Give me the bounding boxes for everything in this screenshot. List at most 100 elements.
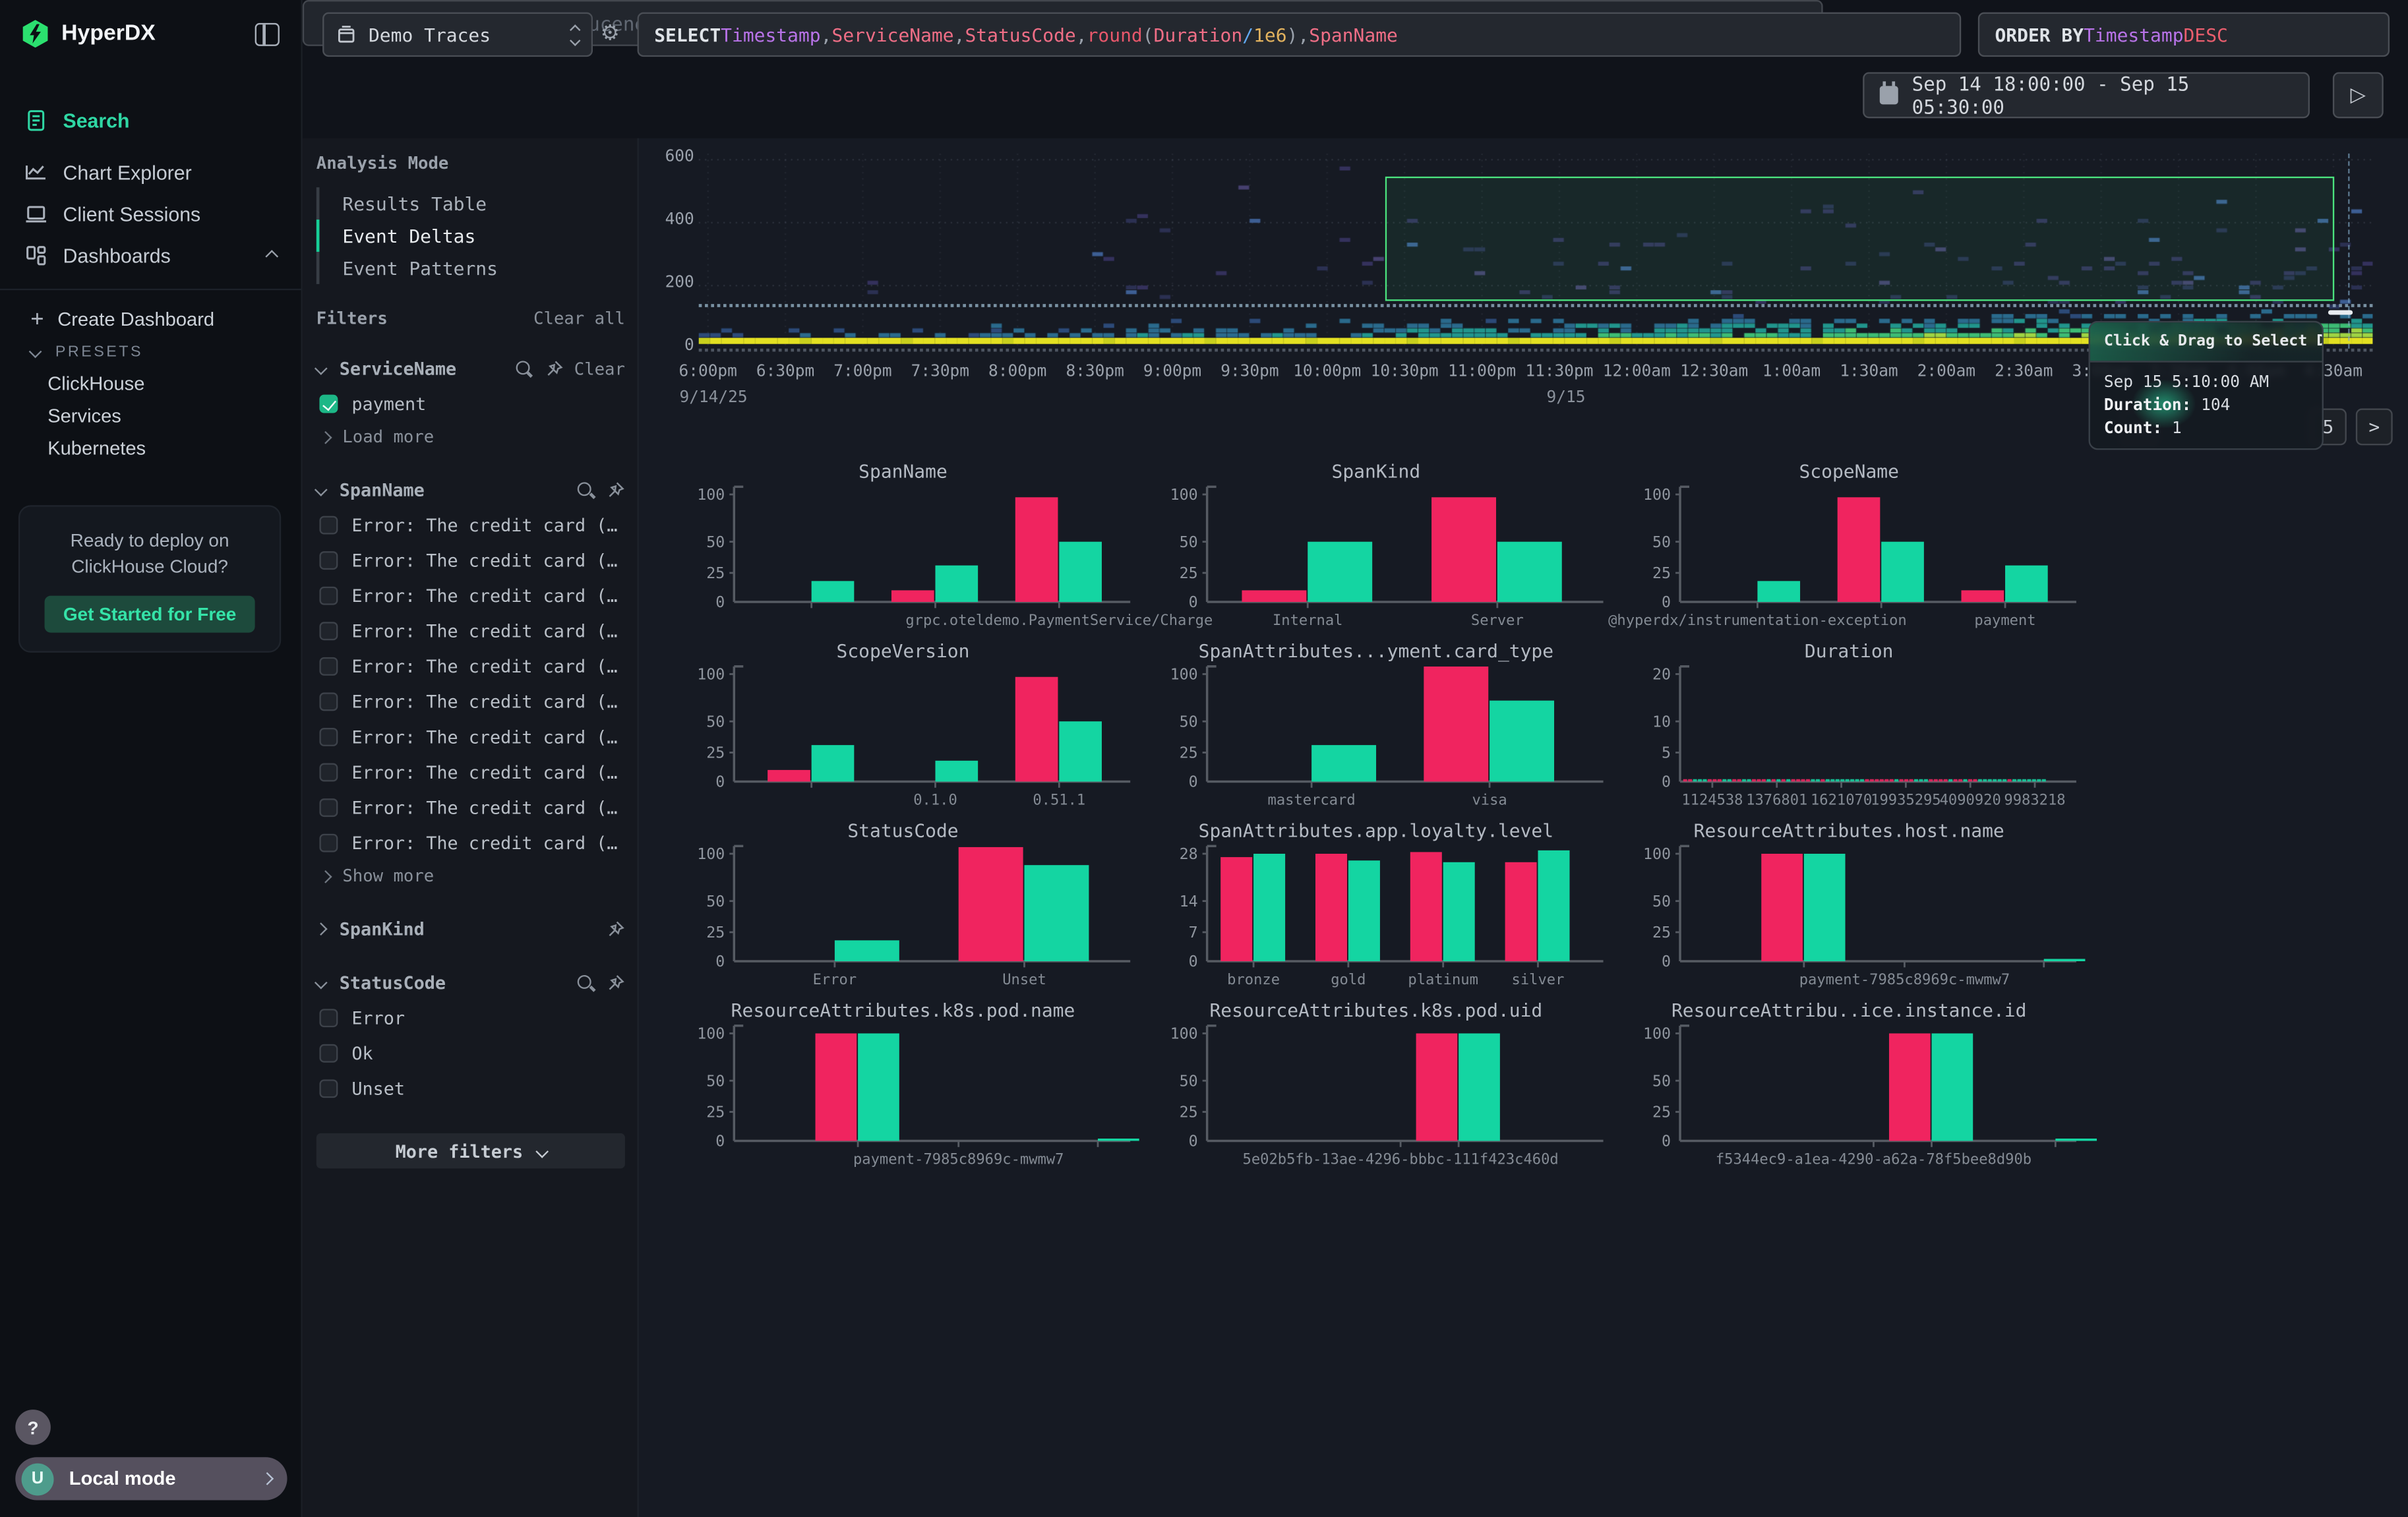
- analysis-mode-event-deltas[interactable]: Event Deltas: [316, 220, 625, 252]
- pin-icon[interactable]: [605, 972, 625, 992]
- time-range-picker[interactable]: Sep 14 18:00:00 - Sep 15 05:30:00: [1863, 72, 2310, 118]
- mini-chart-spanname[interactable]: SpanName02550100grpc.oteldemo.PaymentSer…: [676, 461, 1130, 639]
- checkbox[interactable]: [319, 395, 338, 413]
- chevron-down-icon[interactable]: [315, 362, 328, 375]
- select-query-input[interactable]: SELECT Timestamp, ServiceName, StatusCod…: [638, 13, 1962, 57]
- sidebar-item-services[interactable]: Services: [0, 400, 301, 432]
- spanname-option[interactable]: Error: The credit card (…: [316, 723, 625, 751]
- sidebar: HyperDX Search Chart Explorer Client Ses…: [0, 0, 303, 1517]
- search-icon[interactable]: [514, 359, 533, 378]
- gear-icon[interactable]: ⚙: [601, 22, 620, 46]
- local-mode-button[interactable]: U Local mode: [15, 1457, 287, 1500]
- order-by-input[interactable]: ORDER BY Timestamp DESC: [1978, 13, 2390, 57]
- analysis-mode-event-patterns[interactable]: Event Patterns: [316, 252, 625, 284]
- svg-text:100: 100: [1170, 486, 1198, 504]
- clear-all-button[interactable]: Clear all: [533, 309, 625, 328]
- spanname-option[interactable]: Error: The credit card (…: [316, 794, 625, 821]
- search-icon[interactable]: [576, 481, 594, 499]
- pin-icon[interactable]: [543, 359, 563, 378]
- sidebar-item-label: Client Sessions: [63, 202, 200, 225]
- chevron-down-icon: [29, 345, 42, 358]
- spanname-option[interactable]: Error: The credit card (…: [316, 547, 625, 574]
- spanname-option[interactable]: Error: The credit card (…: [316, 582, 625, 610]
- checkbox[interactable]: [319, 798, 338, 817]
- mini-chart-scopeversion[interactable]: ScopeVersion025501000.1.00.51.1: [676, 640, 1130, 818]
- spanname-option[interactable]: Error: The credit card (…: [316, 829, 625, 857]
- tooltip-timestamp: Sep 15 5:10:00 AM: [2104, 372, 2308, 395]
- search-logs-icon: [24, 108, 47, 131]
- tooltip-duration: Duration: 104: [2104, 395, 2308, 418]
- statuscode-option[interactable]: Ok: [316, 1040, 625, 1067]
- sidebar-item-clickhouse[interactable]: ClickHouse: [0, 367, 301, 400]
- chart-title: SpanName: [676, 461, 1130, 483]
- presets-toggle[interactable]: PRESETS: [0, 336, 301, 367]
- sidebar-item-client-sessions[interactable]: Client Sessions: [0, 193, 301, 235]
- show-more-link[interactable]: Show more: [316, 863, 625, 889]
- spanname-option[interactable]: Error: The credit card (…: [316, 653, 625, 680]
- mini-chart-resourceattributes-host-name[interactable]: ResourceAttributes.host.name02550100paym…: [1622, 820, 2076, 998]
- load-more-link[interactable]: Load more: [316, 424, 625, 450]
- app-root: HyperDX Search Chart Explorer Client Ses…: [0, 0, 2408, 1517]
- checkbox[interactable]: [319, 516, 338, 535]
- mini-chart-duration[interactable]: Duration05102011245381376801162107019935…: [1622, 640, 2076, 818]
- mini-chart-resourceattributes-k8s-pod-name[interactable]: ResourceAttributes.k8s.pod.name02550100p…: [676, 999, 1130, 1177]
- clickhouse-cloud-promo-card: Ready to deploy on ClickHouse Cloud? Get…: [18, 505, 281, 653]
- query-token: Timestamp: [721, 24, 820, 45]
- page-next-button[interactable]: >: [2356, 409, 2393, 446]
- checkbox[interactable]: [319, 587, 338, 605]
- mini-chart-resourceattribu-ice-instance-id[interactable]: ResourceAttribu..ice.instance.id02550100…: [1622, 999, 2076, 1177]
- svg-text:50: 50: [1180, 713, 1198, 730]
- search-icon[interactable]: [576, 974, 594, 992]
- sidebar-item-dashboards[interactable]: Dashboards: [0, 235, 301, 276]
- checkbox[interactable]: [319, 763, 338, 782]
- mini-chart-scopename[interactable]: ScopeName02550100@hyperdx/instrumentatio…: [1622, 461, 2076, 639]
- more-filters-button[interactable]: More filters: [316, 1133, 625, 1169]
- threshold-line: [699, 304, 2373, 307]
- sidebar-collapse-icon[interactable]: [255, 22, 280, 45]
- mini-chart-spanattributes-app-loyalty-level[interactable]: SpanAttributes.app.loyalty.level071428br…: [1149, 820, 1603, 998]
- checkbox[interactable]: [319, 622, 338, 640]
- checkbox[interactable]: [319, 1079, 338, 1098]
- selection-drag-handle[interactable]: [2328, 310, 2353, 314]
- svg-text:25: 25: [1652, 564, 1671, 582]
- checkbox[interactable]: [319, 551, 338, 570]
- checkbox[interactable]: [319, 657, 338, 676]
- source-select[interactable]: Demo Traces: [322, 13, 593, 57]
- heatmap-selection-box[interactable]: [1385, 177, 2334, 301]
- mini-chart-resourceattributes-k8s-pod-uid[interactable]: ResourceAttributes.k8s.pod.uid025501005e…: [1149, 999, 1603, 1177]
- create-dashboard-button[interactable]: + Create Dashboard: [0, 303, 301, 336]
- spanname-option[interactable]: Error: The credit card (…: [316, 688, 625, 715]
- chevron-right-icon: [319, 431, 332, 444]
- sidebar-item-search[interactable]: Search: [0, 97, 301, 143]
- checkbox[interactable]: [319, 834, 338, 852]
- sidebar-item-kubernetes[interactable]: Kubernetes: [0, 431, 301, 463]
- checkbox[interactable]: [319, 692, 338, 711]
- promo-text-line2: ClickHouse Cloud?: [36, 554, 264, 581]
- selection-edge-line[interactable]: [2348, 154, 2349, 349]
- servicename-option[interactable]: payment: [316, 390, 625, 418]
- spanname-option[interactable]: Error: The credit card (…: [316, 759, 625, 787]
- analysis-mode-results-table[interactable]: Results Table: [316, 187, 625, 220]
- mini-chart-spankind[interactable]: SpanKind02550100InternalServer: [1149, 461, 1603, 639]
- spanname-option[interactable]: Error: The credit card (…: [316, 617, 625, 645]
- sidebar-item-chart-explorer[interactable]: Chart Explorer: [0, 152, 301, 194]
- checkbox[interactable]: [319, 1044, 338, 1063]
- mini-chart-spanattributes-yment-card-type[interactable]: SpanAttributes...yment.card_type02550100…: [1149, 640, 1603, 818]
- svg-text:0: 0: [715, 773, 725, 791]
- chevron-down-icon[interactable]: [315, 976, 328, 990]
- pin-icon[interactable]: [605, 480, 625, 500]
- chevron-right-icon[interactable]: [315, 922, 328, 936]
- help-button[interactable]: ?: [15, 1410, 51, 1445]
- statuscode-option[interactable]: Error: [316, 1004, 625, 1032]
- pin-icon[interactable]: [605, 919, 625, 939]
- spanname-option[interactable]: Error: The credit card (…: [316, 512, 625, 539]
- checkbox[interactable]: [319, 1009, 338, 1027]
- query-token: ): [1287, 24, 1298, 45]
- clear-servicename-button[interactable]: Clear: [574, 359, 625, 378]
- chevron-down-icon[interactable]: [315, 483, 328, 496]
- get-started-button[interactable]: Get Started for Free: [45, 596, 255, 633]
- mini-chart-statuscode[interactable]: StatusCode02550100ErrorUnset: [676, 820, 1130, 998]
- statuscode-option[interactable]: Unset: [316, 1075, 625, 1102]
- checkbox[interactable]: [319, 728, 338, 746]
- run-query-button[interactable]: ▷: [2333, 72, 2384, 118]
